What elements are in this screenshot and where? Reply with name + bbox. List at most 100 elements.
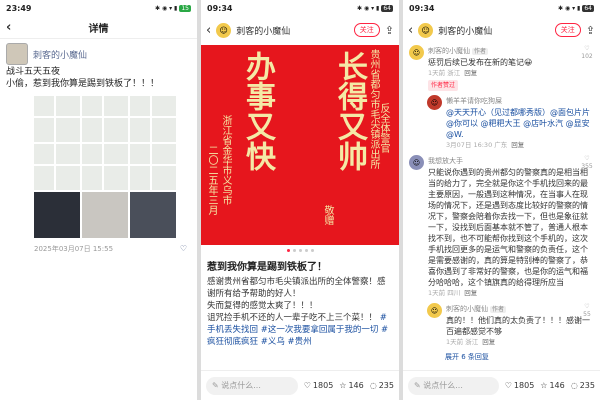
comment-text: 真的！！他们真的太负责了！！！感谢一百遍都感觉不够 — [446, 316, 590, 336]
battery: 15 — [179, 5, 191, 12]
banner-image[interactable]: 长得又帅 办事又快 贵州省都匀市毛尖镇派出所 反全体警官 浙江省金华市义乌市 二… — [201, 45, 399, 245]
user-name[interactable]: 刺客的小魔仙 — [438, 24, 550, 37]
status-bar: 09:34 ✱ ◉ ▾ ▮ 64 — [403, 0, 600, 17]
clock: 23:49 — [6, 4, 32, 13]
avatar[interactable]: ☺ — [216, 22, 232, 38]
banner-date: 二〇二五年三月 — [206, 145, 217, 215]
dot — [292, 249, 296, 252]
image-thumb[interactable] — [130, 144, 176, 190]
expand-replies[interactable]: 展开 6 条回复 — [445, 352, 594, 362]
phone-comments: 09:34 ✱ ◉ ▾ ▮ 64 ‹ ☺ 刺客的小魔仙 关注 ⇪ ☺ 刺客的小魔仙… — [403, 0, 600, 400]
comment-text: 惩罚后续已发布在新的笔记😀 — [428, 58, 533, 67]
comment-meta: 1天前 浙江 — [428, 69, 461, 77]
bottom-bar: ✎ 说点什么... ♡ 1805 ☆ 146 ◌ 235 — [403, 370, 600, 400]
comment-input[interactable]: ✎ 说点什么... — [206, 376, 298, 395]
post-footer: 2025年03月07日 15:55 ♡ — [6, 244, 191, 254]
comment: ☺ 我想放大手 只能说你遇到的贵州都匀的警察真的是相当相当的给力了，完全就是你这… — [409, 155, 594, 299]
image-thumb[interactable] — [82, 192, 128, 238]
star-button[interactable]: ☆ 146 — [540, 381, 564, 390]
image-thumb[interactable] — [34, 96, 80, 142]
post-date: 2025年03月07日 15:55 — [34, 245, 114, 253]
post-text: 战斗五天五夜 小偷，惹到我你算是踢到铁板了！！！ — [6, 67, 160, 89]
comment-input[interactable]: ✎ 说点什么... — [408, 376, 499, 395]
follow-button[interactable]: 关注 — [353, 23, 380, 37]
commenter-name[interactable]: 刺客的小魔仙 — [428, 47, 470, 55]
phone-note: 09:34 ✱ ◉ ▾ ▮ 64 ‹ ☺ 刺客的小魔仙 关注 ⇪ 长得又帅 办事又… — [201, 0, 399, 400]
like-icon[interactable]: ♡ 355 — [580, 155, 594, 171]
commenter-name[interactable]: 刺客的小魔仙 — [446, 305, 488, 313]
like-icon[interactable]: ♡ 55 — [580, 303, 594, 319]
follow-button[interactable]: 关注 — [554, 23, 581, 37]
star-button[interactable]: ☆ 146 — [339, 381, 363, 390]
avatar[interactable]: ☺ — [427, 303, 442, 318]
image-thumb[interactable] — [130, 96, 176, 142]
reply-button[interactable]: 回复 — [464, 289, 477, 297]
note-title: 惹到我你算是踢到铁板了！ — [207, 262, 327, 273]
avatar[interactable] — [6, 43, 28, 65]
banner-place: 浙江省金华市义乌市 — [220, 115, 231, 205]
header: ‹ ☺ 刺客的小魔仙 关注 ⇪ — [403, 17, 600, 43]
image-thumb[interactable] — [130, 192, 176, 238]
avatar[interactable]: ☺ — [418, 22, 434, 38]
post: 刺客的小魔仙 战斗五天五夜 小偷，惹到我你算是踢到铁板了！！！ 2025年03月… — [0, 39, 197, 258]
user-name[interactable]: 刺客的小魔仙 — [236, 24, 349, 37]
comment: ☺ 刺客的小魔仙 作者 惩罚后续已发布在新的笔记😀 1天前 浙江 回复 作者赞过 ♡… — [409, 45, 594, 91]
comment-list: ☺ 刺客的小魔仙 作者 惩罚后续已发布在新的笔记😀 1天前 浙江 回复 作者赞过 ♡… — [403, 43, 600, 364]
status-icons: ✱ ◉ ▾ ▮ 64 — [558, 5, 594, 12]
share-icon[interactable]: ⇪ — [586, 24, 595, 37]
post-header: 刺客的小魔仙 — [6, 43, 191, 65]
like-icon[interactable]: ♡ — [180, 244, 187, 254]
comment-meta: 3月07日 16:30 广东 — [446, 141, 508, 149]
screens: 23:49 ✱ ◉ ▾ ▮ 15 ‹ 详情 刺客的小魔仙 战斗五天五夜 小偷，惹到… — [0, 0, 600, 400]
phone-detail: 23:49 ✱ ◉ ▾ ▮ 15 ‹ 详情 刺客的小魔仙 战斗五天五夜 小偷，惹到… — [0, 0, 197, 400]
avatar[interactable]: ☺ — [409, 155, 424, 170]
comment-reply: ☺ 懒羊羊请你吃狗屎 @天天开心（见过都哪秀版）@面包片片 @你可以 @粑粑大王… — [427, 95, 594, 151]
comment-button[interactable]: ◌ 235 — [571, 381, 595, 390]
back-icon[interactable]: ‹ — [6, 20, 11, 35]
dot — [310, 249, 314, 252]
commenter-name[interactable]: 懒羊羊请你吃狗屎 — [446, 97, 502, 105]
status-icons: ✱ ◉ ▾ ▮ 64 — [357, 5, 393, 12]
liked-badge: 作者赞过 — [428, 80, 459, 91]
image-thumb[interactable] — [82, 96, 128, 142]
reply-button[interactable]: 回复 — [511, 141, 524, 149]
carousel-dots — [201, 245, 399, 256]
header: ‹ 详情 — [0, 17, 197, 39]
banner-text-1: 长得又帅 — [332, 51, 367, 171]
reply-button[interactable]: 回复 — [482, 338, 495, 346]
note-body: 感谢贵州省都匀市毛尖镇派出所的全体警察！感谢所有给予帮助的好人！ 失而复得的感觉… — [201, 273, 399, 351]
back-icon[interactable]: ‹ — [408, 23, 413, 38]
banner-sub: 反全体警官 — [378, 103, 389, 153]
commenter-name[interactable]: 我想放大手 — [428, 157, 463, 165]
image-thumb[interactable] — [34, 144, 80, 190]
author-badge: 作者 — [490, 306, 507, 313]
comment-text[interactable]: @天天开心（见过都哪秀版）@面包片片 @你可以 @粑粑大王 @店叶水汽 @显安 … — [446, 107, 594, 140]
comment-reply: ☺ 刺客的小魔仙 作者 真的！！他们真的太负责了！！！感谢一百遍都感觉不够 1天前… — [427, 303, 594, 348]
clock: 09:34 — [409, 4, 435, 13]
banner-gift: 敬赠 — [322, 205, 333, 225]
comment-button[interactable]: ◌ 235 — [370, 381, 394, 390]
image-grid — [6, 96, 191, 238]
share-icon[interactable]: ⇪ — [385, 24, 394, 37]
image-thumb[interactable] — [82, 144, 128, 190]
avatar[interactable]: ☺ — [409, 45, 424, 60]
comment-meta: 1天前 四川 — [428, 289, 461, 297]
reply-button[interactable]: 回复 — [464, 69, 477, 77]
header: ‹ ☺ 刺客的小魔仙 关注 ⇪ — [201, 17, 399, 43]
status-bar: 23:49 ✱ ◉ ▾ ▮ 15 — [0, 0, 197, 17]
note-text: 感谢贵州省都匀市毛尖镇派出所的全体警察！感谢所有给予帮助的好人！ 失而复得的感觉… — [207, 277, 386, 323]
banner-text-2: 办事又快 — [240, 51, 275, 171]
author-badge: 作者 — [472, 48, 489, 55]
like-button[interactable]: ♡ 1805 — [304, 381, 334, 390]
like-button[interactable]: ♡ 1805 — [505, 381, 535, 390]
status-icons: ✱ ◉ ▾ ▮ 15 — [155, 5, 191, 12]
comment-meta: 1天前 浙江 — [446, 338, 479, 346]
image-thumb[interactable] — [34, 192, 80, 238]
back-icon[interactable]: ‹ — [206, 23, 211, 38]
like-icon[interactable]: ♡ 102 — [580, 45, 594, 61]
author-name[interactable]: 刺客的小魔仙 — [33, 48, 87, 61]
clock: 09:34 — [207, 4, 233, 13]
avatar[interactable]: ☺ — [427, 95, 442, 110]
battery: 64 — [381, 5, 393, 12]
dot — [304, 249, 308, 252]
